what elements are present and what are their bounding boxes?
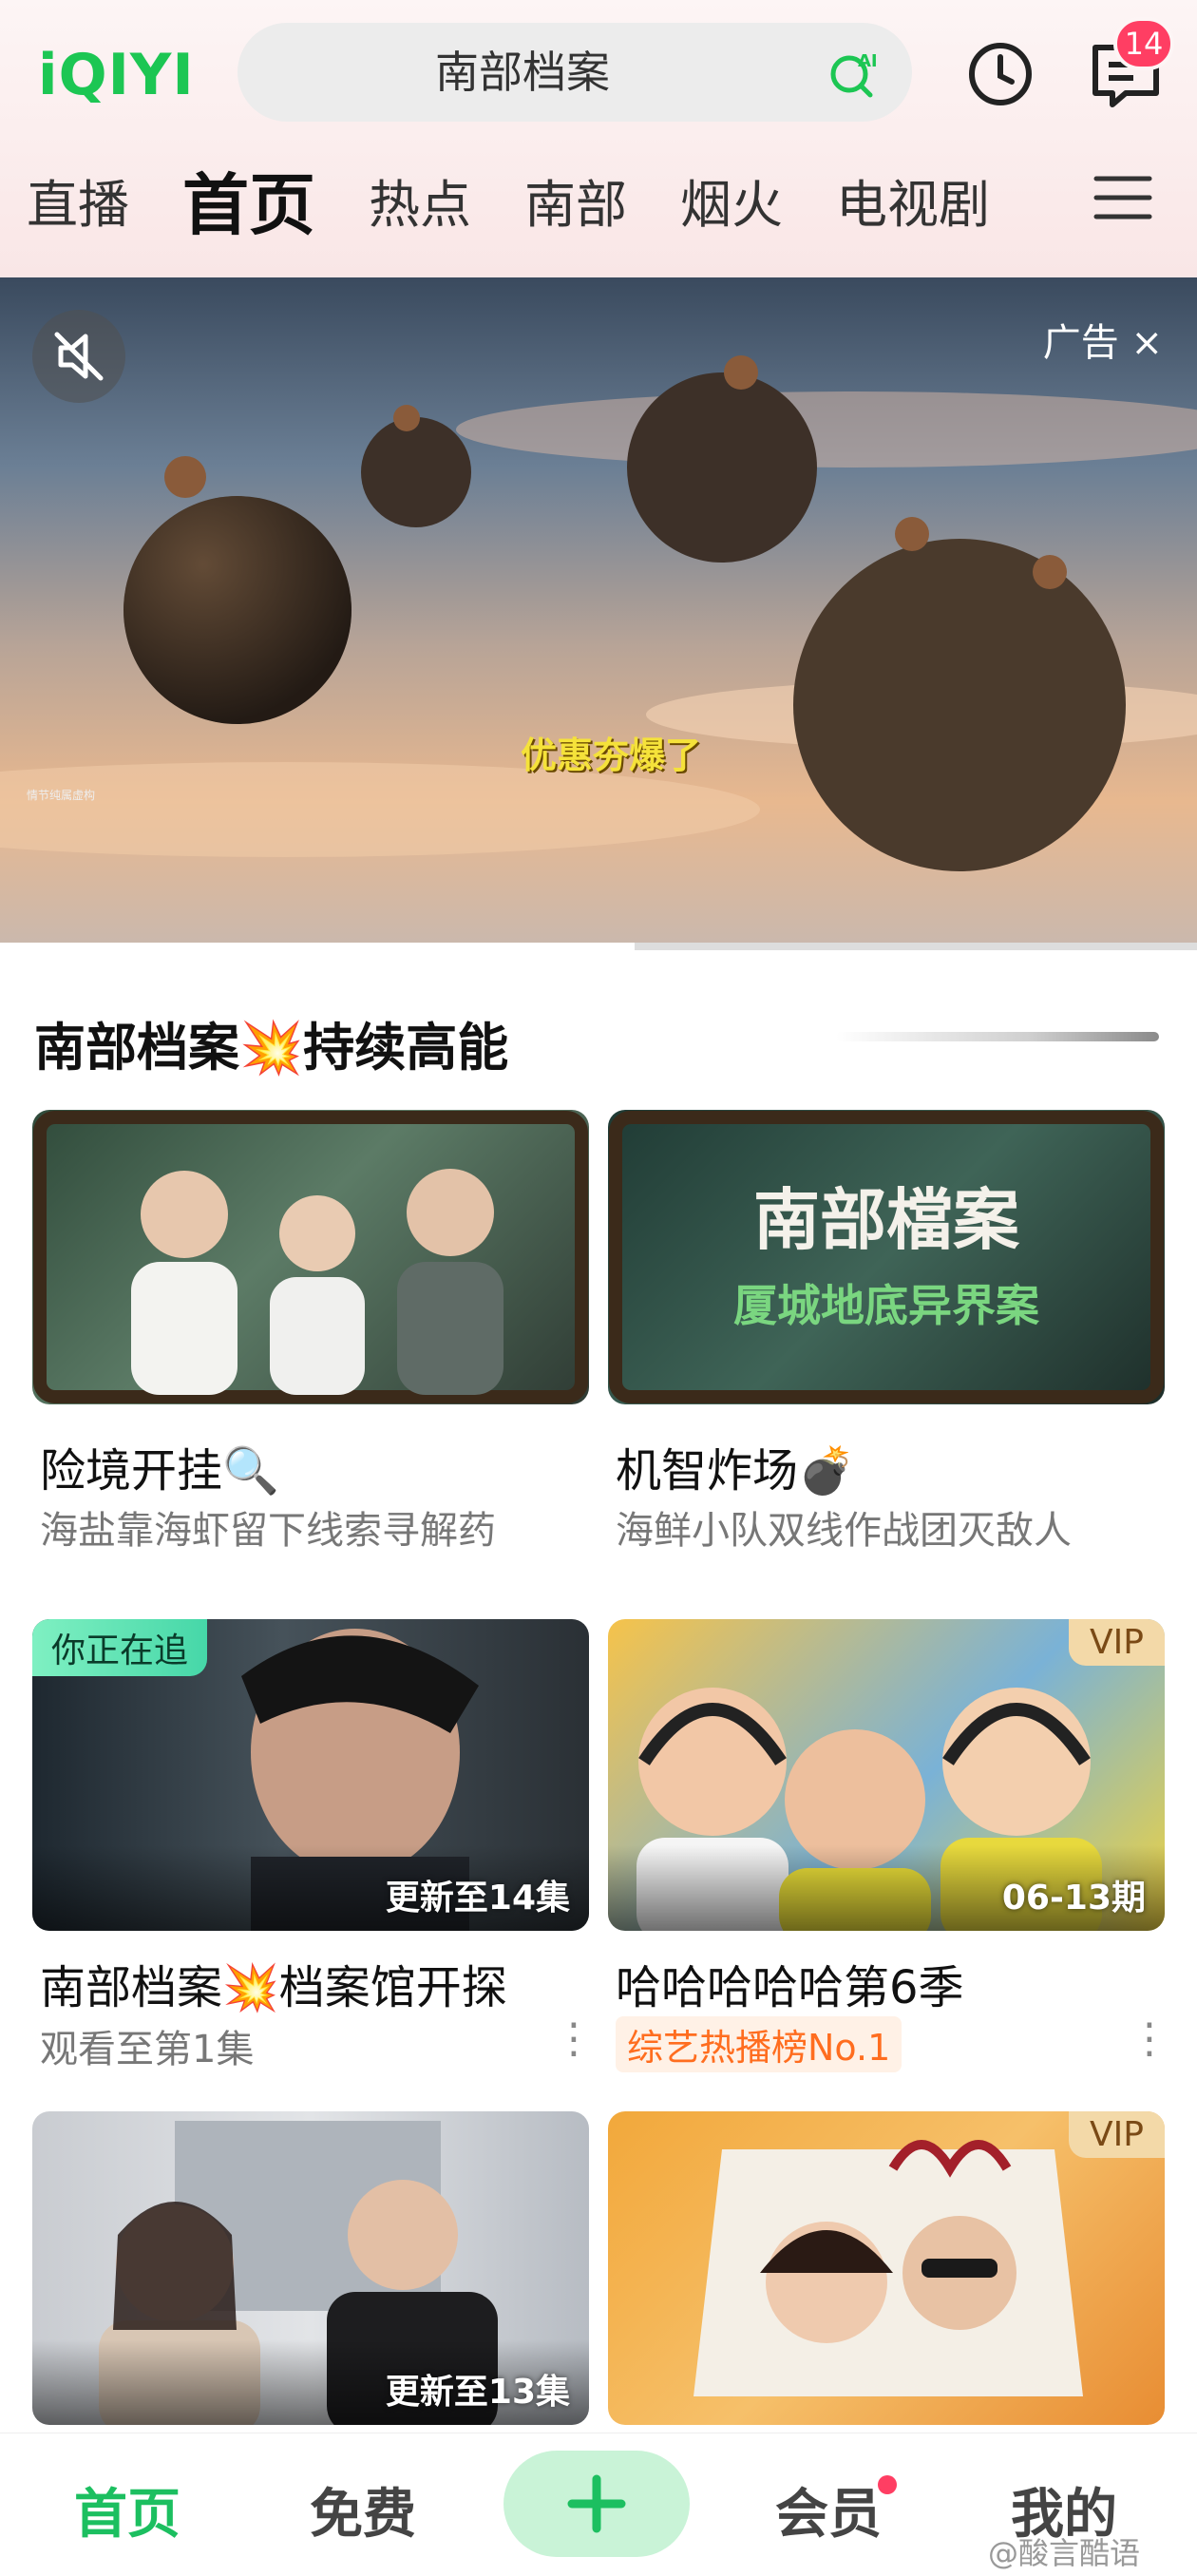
banner-caption: 优惠夯爆了 — [521, 735, 702, 776]
video-card[interactable]: VIP 06-13期 哈哈哈哈哈第6季 综艺热播榜No.1 ⋮ — [608, 1619, 1170, 2075]
tab-yanhuo[interactable]: 烟火 — [680, 162, 783, 238]
title-poster-image: 南部檔案 厦城地底异界案 — [609, 1111, 1164, 1403]
top-header: iQIYI 南部档案 AI 14 直播 首页 热点 南部 烟火 电视剧 — [0, 0, 1197, 277]
more-options-icon[interactable]: ⋮ — [1129, 2018, 1170, 2060]
tab-nanbu[interactable]: 南部 — [524, 162, 627, 238]
video-card[interactable]: 南部檔案 厦城地底异界案 机智炸场💣 海鲜小队双线作战团灭敌人 — [608, 1110, 1165, 1566]
following-badge: 你正在追 — [32, 1619, 208, 1676]
section-title[interactable]: 南部档案💥持续高能 — [34, 1005, 508, 1080]
card-title[interactable]: 南部档案💥档案馆开探 — [40, 1950, 507, 2016]
search-query[interactable]: 南部档案 — [238, 23, 808, 122]
tab-hot[interactable]: 热点 — [369, 162, 471, 238]
svg-text:AI: AI — [858, 51, 878, 71]
tab-tv-series[interactable]: 电视剧 — [836, 162, 990, 238]
episode-update-label: 06-13期 — [1001, 1879, 1146, 1918]
cast-poster-image — [33, 1111, 588, 1403]
video-card[interactable]: VIP — [608, 2111, 1165, 2425]
video-thumbnail[interactable]: VIP 06-13期 — [608, 1619, 1165, 1931]
vip-notification-dot — [878, 2475, 897, 2494]
ranking-tag[interactable]: 综艺热播榜No.1 — [616, 2016, 902, 2072]
plus-icon — [567, 2474, 626, 2533]
vip-badge: VIP — [1069, 2111, 1165, 2158]
video-thumbnail[interactable]: 你正在追 更新至14集 — [32, 1619, 589, 1931]
video-card[interactable]: 更新至13集 — [32, 2111, 589, 2425]
video-thumbnail[interactable] — [32, 1110, 589, 1404]
history-clock-icon[interactable] — [964, 38, 1036, 110]
card-title[interactable]: 机智炸场💣 — [616, 1433, 855, 1499]
card-subtitle: 海鲜小队双线作战团灭敌人 — [616, 1509, 1072, 1553]
ad-close-label[interactable]: 广告 × — [1043, 312, 1163, 367]
tab-home[interactable]: 首页 — [182, 152, 315, 248]
poster-title: 南部檔案 — [753, 1180, 1020, 1259]
video-thumbnail[interactable]: 南部檔案 厦城地底异界案 — [608, 1110, 1165, 1404]
video-card[interactable]: 你正在追 更新至14集 南部档案💥档案馆开探 观看至第1集 ⋮ — [32, 1619, 595, 2075]
more-options-icon[interactable]: ⋮ — [553, 2018, 595, 2060]
nav-free[interactable]: 免费 — [310, 2471, 416, 2548]
banner-progress-fill — [0, 943, 635, 950]
card-title[interactable]: 险境开挂🔍 — [40, 1433, 279, 1499]
card-title[interactable]: 哈哈哈哈哈第6季 — [616, 1950, 964, 2016]
episode-update-label: 更新至14集 — [385, 1879, 570, 1918]
banner-ad-image — [0, 355, 1197, 871]
nav-vip[interactable]: 会员 — [775, 2471, 882, 2548]
banner-progress-track — [0, 943, 1197, 950]
channel-menu-icon[interactable] — [1092, 171, 1153, 224]
message-count-badge: 14 — [1113, 17, 1174, 70]
card-subtitle: 海盐靠海虾留下线索寻解药 — [40, 1509, 496, 1553]
section-decoration — [836, 1032, 1159, 1041]
banner-ad[interactable]: 广告 × 优惠夯爆了 情节纯属虚构 — [0, 277, 1197, 950]
variety-show-poster-image — [694, 2140, 1083, 2396]
iqiyi-logo[interactable]: iQIYI — [38, 42, 195, 108]
ai-search-icon[interactable]: AI — [826, 46, 884, 103]
poster-subtitle: 厦城地底异界案 — [733, 1280, 1040, 1331]
search-bar[interactable]: 南部档案 AI — [238, 23, 912, 122]
muted-speaker-icon — [54, 332, 104, 381]
video-thumbnail[interactable]: VIP — [608, 2111, 1165, 2425]
banner-disclaimer: 情节纯属虚构 — [27, 789, 96, 802]
video-thumbnail[interactable]: 更新至13集 — [32, 2111, 589, 2425]
vip-badge: VIP — [1069, 1619, 1165, 1666]
mute-button[interactable] — [32, 310, 125, 403]
episode-update-label: 更新至13集 — [385, 2373, 570, 2412]
tab-live[interactable]: 直播 — [27, 162, 129, 238]
watch-progress-text: 观看至第1集 — [40, 2028, 255, 2071]
watermark: @酸言酷语 — [988, 2535, 1141, 2571]
channel-tabs: 直播 首页 热点 南部 烟火 电视剧 — [27, 162, 1043, 244]
video-card[interactable]: 险境开挂🔍 海盐靠海虾留下线索寻解药 — [32, 1110, 589, 1566]
create-plus-button[interactable] — [504, 2451, 690, 2557]
nav-home[interactable]: 首页 — [74, 2471, 180, 2548]
